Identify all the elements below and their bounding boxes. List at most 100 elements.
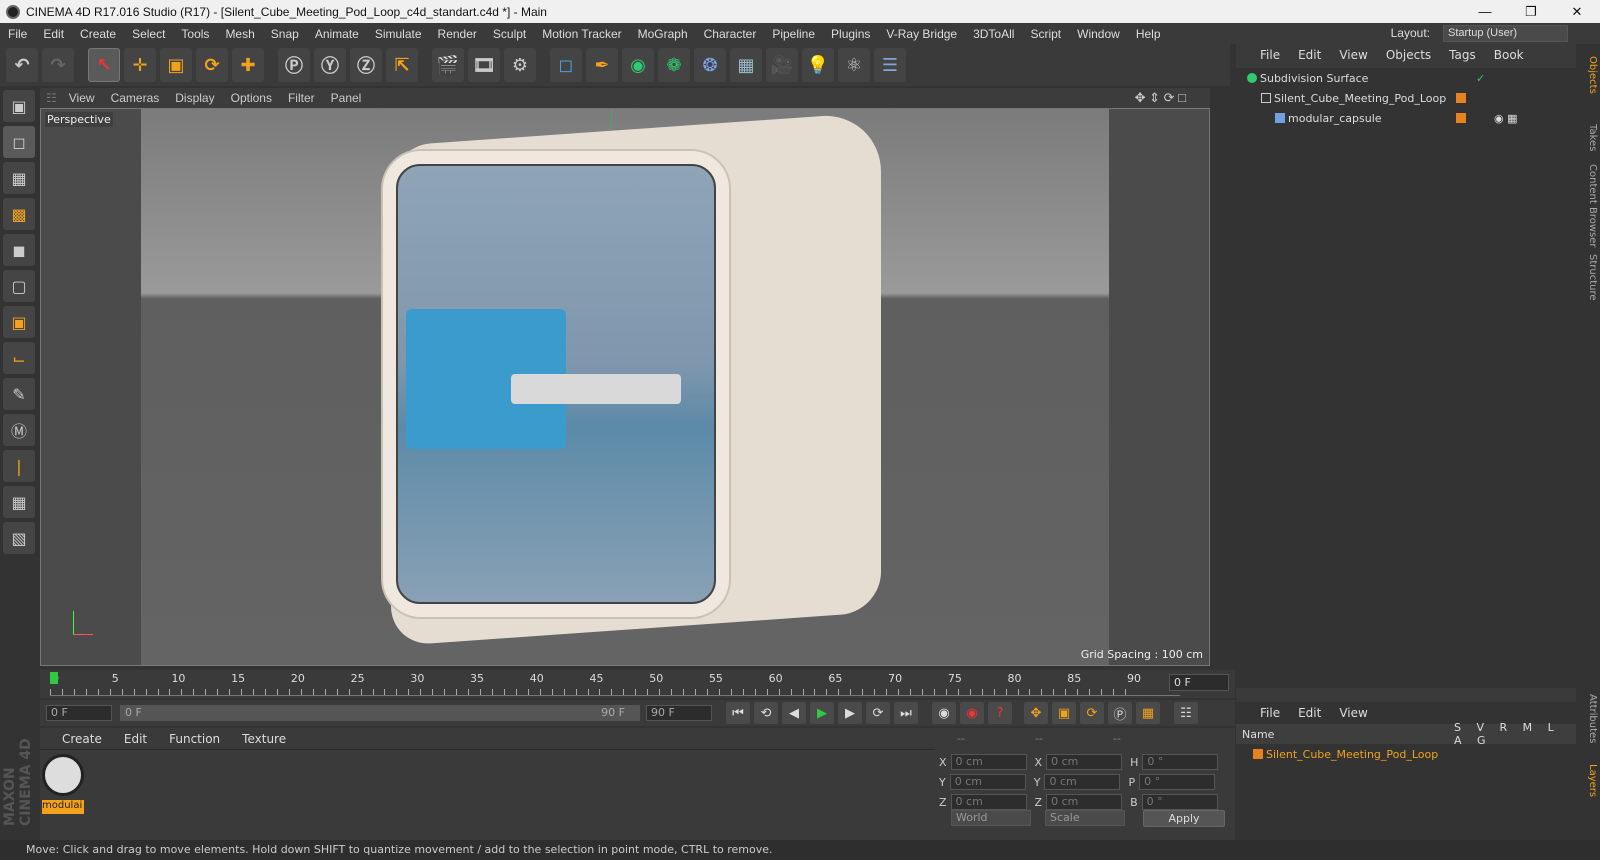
menu-3dtoall[interactable]: 3DToAll xyxy=(965,27,1022,41)
layer-name[interactable]: Silent_Cube_Meeting_Pod_Loop xyxy=(1266,748,1438,761)
rot-b-field[interactable]: 0 ° xyxy=(1141,794,1218,810)
playhead-marker[interactable] xyxy=(50,672,58,684)
tab-takes[interactable]: Takes xyxy=(1578,124,1598,151)
rot-h-field[interactable]: 0 ° xyxy=(1142,754,1219,770)
render-settings-icon[interactable]: ⚙ xyxy=(504,48,536,82)
render-picture-viewer-icon[interactable]: 🎞 xyxy=(468,48,500,82)
deformer-icon[interactable]: ❂ xyxy=(694,48,726,82)
material-preview-sphere[interactable] xyxy=(42,754,84,796)
undo-icon[interactable]: ↶ xyxy=(6,48,38,82)
viewport-menu-options[interactable]: Options xyxy=(231,91,272,105)
python-icon[interactable]: ☰ xyxy=(874,48,906,82)
workplane-icon[interactable]: ▩ xyxy=(3,198,35,230)
model-mode-icon[interactable]: ◻ xyxy=(3,126,35,158)
parameter-key-icon[interactable]: Ⓟ xyxy=(1108,702,1132,724)
tweak-mode-icon[interactable]: ✎ xyxy=(3,378,35,410)
layer-row[interactable]: Silent_Cube_Meeting_Pod_Loop xyxy=(1236,744,1576,764)
om-menu-tags[interactable]: Tags xyxy=(1449,48,1476,62)
timeline-ruler[interactable]: 051015202530354045505560657075808590 0 F xyxy=(40,670,1235,698)
edges-mode-icon[interactable]: ▢ xyxy=(3,270,35,302)
menu-file[interactable]: File xyxy=(0,27,35,41)
minimize-button[interactable]: — xyxy=(1462,0,1508,23)
menu-mograph[interactable]: MoGraph xyxy=(630,27,696,41)
material-name-label[interactable]: modulai xyxy=(42,800,84,814)
rotation-key-icon[interactable]: ⟳ xyxy=(1080,702,1104,724)
material-menu-create[interactable]: Create xyxy=(62,732,102,746)
subdivision-generator-icon[interactable]: ◉ xyxy=(622,48,654,82)
menu-vray-bridge[interactable]: V-Ray Bridge xyxy=(878,27,965,41)
frame-range-slider[interactable]: 0 F 90 F xyxy=(120,705,640,721)
rot-p-field[interactable]: 0 ° xyxy=(1139,774,1216,790)
layer-color-tag[interactable] xyxy=(1456,93,1466,103)
viewport-navigation-icons[interactable]: ✥ ⇕ ⟳ □ xyxy=(1135,90,1186,106)
axis-mode-icon[interactable]: ⌙ xyxy=(3,342,35,374)
om-menu-view[interactable]: View xyxy=(1339,48,1367,62)
scale-key-icon[interactable]: ▣ xyxy=(1052,702,1076,724)
grid-snap-icon[interactable]: ▧ xyxy=(3,522,35,554)
go-to-start-icon[interactable]: ⏮ xyxy=(726,702,750,724)
close-button[interactable]: ✕ xyxy=(1554,0,1600,23)
render-view-icon[interactable]: 🎬 xyxy=(432,48,464,82)
menu-tools[interactable]: Tools xyxy=(173,27,217,41)
start-frame-field[interactable]: 0 F xyxy=(46,705,112,721)
menu-mesh[interactable]: Mesh xyxy=(217,27,262,41)
3d-viewport[interactable]: Perspective Grid Spacing : 100 cm xyxy=(40,108,1210,666)
x-axis-lock-icon[interactable]: Ⓟ xyxy=(278,48,310,82)
material-menu-function[interactable]: Function xyxy=(169,732,220,746)
menu-sculpt[interactable]: Sculpt xyxy=(485,27,534,41)
material-menu-texture[interactable]: Texture xyxy=(242,732,286,746)
floor-environment-icon[interactable]: ▦ xyxy=(730,48,762,82)
prev-key-icon[interactable]: ⟲ xyxy=(754,702,778,724)
menu-animate[interactable]: Animate xyxy=(307,27,367,41)
live-selection-icon[interactable]: ↖ xyxy=(88,48,120,82)
checkmark-icon[interactable]: ✓ xyxy=(1476,72,1485,85)
timeline-window-icon[interactable]: ☷ xyxy=(1174,702,1198,724)
next-key-icon[interactable]: ⟳ xyxy=(866,702,890,724)
menu-script[interactable]: Script xyxy=(1022,27,1069,41)
go-to-end-icon[interactable]: ⏭ xyxy=(894,702,918,724)
om-menu-edit[interactable]: Edit xyxy=(1298,48,1321,62)
material-menu-edit[interactable]: Edit xyxy=(124,732,147,746)
polygons-mode-icon[interactable]: ▣ xyxy=(3,306,35,338)
cloner-array-icon[interactable]: ❁ xyxy=(658,48,690,82)
workplane-lock-icon[interactable]: ▦ xyxy=(3,486,35,518)
size-z-field[interactable]: 0 cm xyxy=(1046,794,1123,810)
autokey-icon[interactable]: ◉ xyxy=(960,702,984,724)
texture-mode-icon[interactable]: ▦ xyxy=(3,162,35,194)
restore-button[interactable]: ❐ xyxy=(1508,0,1554,23)
prev-frame-icon[interactable]: ◀ xyxy=(782,702,806,724)
om-menu-objects[interactable]: Objects xyxy=(1386,48,1431,62)
menu-render[interactable]: Render xyxy=(430,27,485,41)
keyframe-selection-icon[interactable]: ? xyxy=(988,702,1012,724)
point-level-key-icon[interactable]: ▦ xyxy=(1136,702,1160,724)
redo-icon[interactable]: ↷ xyxy=(42,48,74,82)
lm-menu-file[interactable]: File xyxy=(1260,706,1280,720)
position-key-icon[interactable]: ✥ xyxy=(1024,702,1048,724)
om-menu-book[interactable]: Book xyxy=(1494,48,1524,62)
tab-layers[interactable]: Layers xyxy=(1578,764,1598,797)
lm-menu-view[interactable]: View xyxy=(1339,706,1367,720)
viewport-menu-view[interactable]: View xyxy=(69,91,95,105)
points-mode-icon[interactable]: ◼ xyxy=(3,234,35,266)
object-row-modular-capsule[interactable]: modular_capsule ◉ ▦ xyxy=(1236,108,1576,128)
menu-snap[interactable]: Snap xyxy=(263,27,307,41)
apply-button[interactable]: Apply xyxy=(1143,810,1225,827)
menu-motion-tracker[interactable]: Motion Tracker xyxy=(534,27,629,41)
pos-y-field[interactable]: 0 cm xyxy=(949,774,1026,790)
pen-spline-icon[interactable]: ✒ xyxy=(586,48,618,82)
size-y-field[interactable]: 0 cm xyxy=(1044,774,1121,790)
next-frame-icon[interactable]: ▶ xyxy=(838,702,862,724)
menu-simulate[interactable]: Simulate xyxy=(367,27,430,41)
menu-create[interactable]: Create xyxy=(72,27,124,41)
pos-z-field[interactable]: 0 cm xyxy=(950,794,1027,810)
tab-structure[interactable]: Structure xyxy=(1578,254,1598,301)
snap-icon[interactable]: Ⓜ xyxy=(3,414,35,446)
menu-plugins[interactable]: Plugins xyxy=(823,27,878,41)
scale-tool-icon[interactable]: ▣ xyxy=(160,48,192,82)
size-mode-select[interactable]: Scale xyxy=(1045,810,1125,826)
tab-objects[interactable]: Objects xyxy=(1578,56,1598,94)
script-icon[interactable]: ⚛ xyxy=(838,48,870,82)
layer-color-swatch[interactable] xyxy=(1253,749,1263,759)
rotate-tool-icon[interactable]: ⟳ xyxy=(196,48,228,82)
record-keys-icon[interactable]: ◉ xyxy=(932,702,956,724)
